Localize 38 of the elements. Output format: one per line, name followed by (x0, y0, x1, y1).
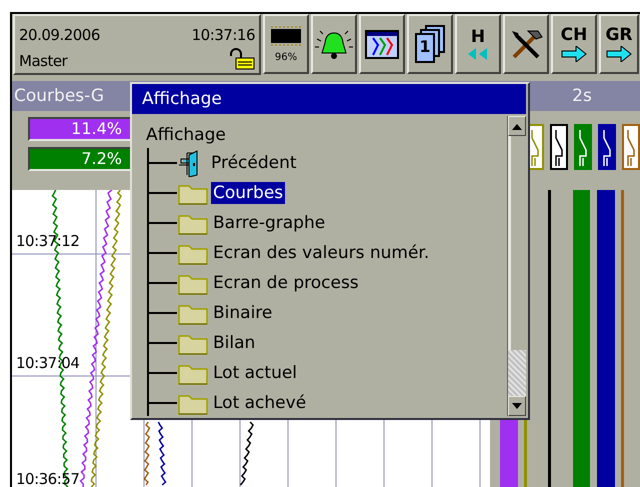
tree-item[interactable]: Lot actuel (211, 362, 300, 384)
right-arrow-icon (560, 46, 588, 62)
right-arrow-icon (605, 46, 633, 62)
tree-item[interactable]: Précédent (209, 152, 299, 174)
value-bar: 7.2% (28, 147, 132, 172)
tree-item[interactable]: Ecran de process (211, 272, 361, 294)
double-left-arrow-icon (466, 48, 490, 60)
memory-button[interactable]: 96% (263, 14, 309, 74)
stacked-pages-icon (414, 24, 446, 64)
tree-item[interactable]: Bilan (211, 332, 258, 354)
trend-window-icon (364, 28, 400, 60)
scrollbar[interactable] (507, 116, 526, 416)
curves-button[interactable] (359, 14, 405, 74)
tree-item[interactable]: Binaire (211, 302, 274, 324)
tree-item[interactable]: Courbes (211, 182, 286, 204)
alarm-button[interactable] (311, 14, 357, 74)
channel-button[interactable]: CH (551, 14, 597, 74)
value-bar: 11.4% (28, 117, 132, 142)
panel-title: 2s (522, 81, 640, 112)
scroll-down-icon (510, 401, 524, 411)
date-text: 20.09.2006 (19, 26, 100, 44)
trend-line (144, 422, 150, 486)
tree-root[interactable]: Affichage (146, 122, 507, 148)
scroll-thumb[interactable] (508, 350, 526, 396)
memory-chip-icon (268, 26, 304, 46)
group-button[interactable]: GR (599, 14, 639, 74)
trend-line (158, 422, 166, 486)
tree-item[interactable]: Barre-graphe (211, 212, 328, 234)
tools-button[interactable] (503, 14, 549, 74)
trend-line (240, 421, 254, 486)
tree-item[interactable]: Ecran des valeurs numér. (211, 242, 432, 264)
time-text: 10:37:16 (192, 26, 255, 44)
tree-item[interactable]: Lot achevé (211, 392, 308, 414)
panel-title: Courbes-G (12, 81, 132, 112)
dialog-title: Affichage (132, 84, 526, 114)
page-button[interactable]: 1 (407, 14, 453, 74)
user-text: Master (19, 52, 68, 70)
history-button[interactable]: H (455, 14, 501, 74)
